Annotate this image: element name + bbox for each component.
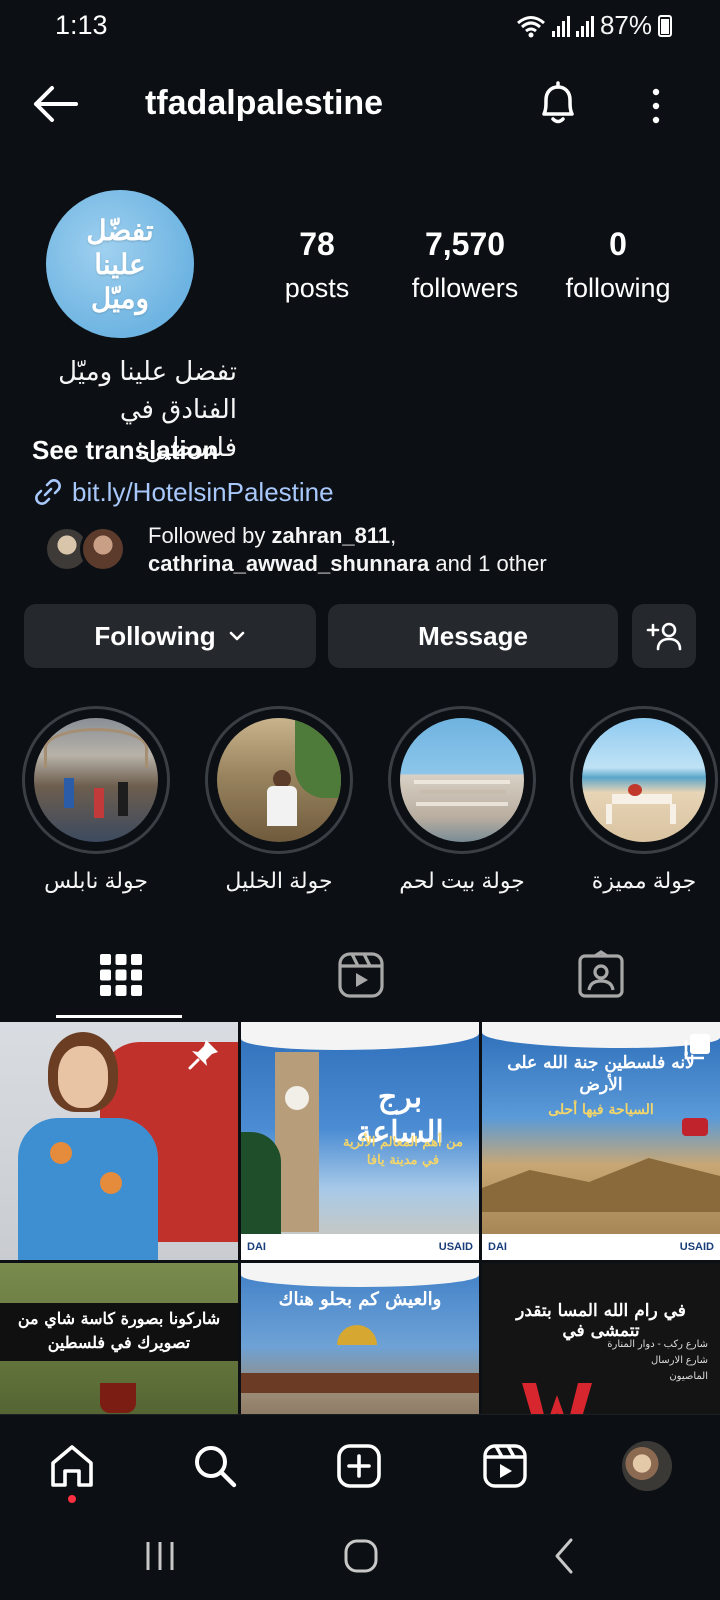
avatar-logo-text: تفضّل علينا وميّل — [86, 214, 154, 315]
followed-by[interactable]: Followed by zahran_811, cathrina_awwad_s… — [44, 522, 684, 582]
follower-username: cathrina_awwad_shunnara — [148, 551, 430, 576]
stat-posts[interactable]: 78 posts — [262, 226, 372, 304]
follower-username: zahran_811 — [271, 523, 391, 548]
link-icon — [35, 479, 61, 505]
bell-icon[interactable] — [536, 80, 580, 128]
profile-bio: تفضل علينا وميّل الفنادق في فلسطين: See … — [32, 352, 692, 512]
story-highlight[interactable]: جولة نابلس — [22, 706, 170, 894]
story-highlight[interactable]: جولة مميزة — [570, 706, 718, 894]
search-icon[interactable] — [190, 1441, 240, 1491]
recent-apps-icon[interactable] — [140, 1536, 180, 1576]
back-button-icon[interactable] — [545, 1536, 585, 1576]
highlight-label: جولة بيت لحم — [399, 868, 525, 893]
notification-dot — [68, 1495, 76, 1503]
add-person-icon — [646, 622, 682, 651]
highlight-ring — [205, 706, 353, 854]
story-highlight[interactable]: جولة بيت لحم — [388, 706, 536, 894]
sponsor-bar: DAI USAID — [241, 1234, 479, 1260]
create-post-icon[interactable] — [334, 1441, 384, 1491]
message-button-label: Message — [418, 620, 528, 651]
following-button[interactable]: Following — [24, 604, 316, 668]
dome — [337, 1325, 377, 1345]
profile-username: tfadalpalestine — [145, 84, 384, 122]
profile-avatar[interactable]: تفضّل علينا وميّل — [46, 190, 194, 338]
pin-icon — [188, 1040, 218, 1070]
stat-posts-label: posts — [284, 273, 350, 303]
clock-tower — [275, 1052, 319, 1232]
tagged-icon[interactable] — [576, 950, 626, 1000]
reels-icon[interactable] — [480, 1441, 530, 1491]
post-caption: في رام الله المسا بتقدر تتمشى في — [516, 1301, 686, 1341]
highlight-label: جولة مميزة — [591, 868, 697, 893]
post-caption: شاركونا بصورة كاسة شاي من تصويرك في فلسط… — [17, 1309, 221, 1352]
grid-icon[interactable] — [96, 950, 146, 1000]
home-button-icon[interactable] — [341, 1536, 381, 1576]
bottom-navigation — [0, 1414, 720, 1514]
posts-grid: برج الساعة من أهم المعالم الأثرية في مدي… — [0, 1022, 720, 1414]
more-options-icon[interactable] — [644, 86, 668, 126]
stat-following[interactable]: 0 following — [555, 226, 681, 304]
story-highlight[interactable]: جولة الخليل — [205, 706, 353, 894]
highlight-cover-hebron — [217, 718, 341, 842]
profile-nav-avatar[interactable] — [622, 1441, 672, 1491]
see-translation-link[interactable]: See translation — [32, 430, 692, 470]
battery-percent: 87% — [599, 10, 652, 40]
bio-link[interactable]: bit.ly/HotelsinPalestine — [32, 472, 692, 512]
sponsor-bar: DAI USAID — [482, 1234, 720, 1260]
bio-line-1: تفضل علينا وميّل — [58, 356, 237, 386]
profile-header: tfadalpalestine — [0, 70, 720, 140]
post-tile[interactable]: والعيش كم بحلو هناك — [241, 1263, 479, 1414]
post-list: شارع ركب - دوار المنارة شارع الارسال الم… — [607, 1339, 708, 1382]
post-title: لأنه فلسطين جنة الله على الأرض — [507, 1053, 695, 1095]
battery-icon — [658, 14, 672, 37]
clock-icon — [285, 1086, 309, 1110]
post-tile[interactable]: برج الساعة من أهم المعالم الأثرية في مدي… — [241, 1022, 479, 1260]
post-tile[interactable] — [0, 1022, 238, 1260]
signal-icon — [551, 15, 570, 37]
signal-icon — [575, 15, 594, 37]
stat-followers-label: followers — [411, 273, 519, 303]
post-tile[interactable]: شاركونا بصورة كاسة شاي من تصويرك في فلسط… — [0, 1263, 238, 1414]
status-time: 1:13 — [55, 10, 108, 40]
follower-avatar — [80, 526, 126, 572]
chevron-down-icon — [229, 631, 244, 641]
system-navigation-bar — [0, 1514, 720, 1600]
message-button[interactable]: Message — [328, 604, 618, 668]
highlight-ring — [388, 706, 536, 854]
status-indicators: 87% — [516, 10, 672, 41]
stat-posts-count: 78 — [299, 226, 335, 262]
home-icon[interactable] — [47, 1441, 97, 1491]
tea-glass — [100, 1383, 136, 1413]
post-tile[interactable]: لأنه فلسطين جنة الله على الأرض السياحة ف… — [482, 1022, 720, 1260]
post-subtitle: السياحة فيها أحلى — [548, 1102, 654, 1118]
post-caption: والعيش كم بحلو هناك — [278, 1289, 442, 1310]
followed-by-text: Followed by zahran_811, cathrina_awwad_s… — [148, 523, 547, 576]
highlight-cover-nablus — [34, 718, 158, 842]
active-tab-indicator — [56, 1015, 182, 1018]
profile-tabs — [0, 930, 720, 1020]
status-bar: 1:13 87% — [0, 0, 720, 52]
highlight-cover-special — [582, 718, 706, 842]
post-subtitle: من أهم المعالم الأثرية في مدينة يافا — [343, 1135, 463, 1168]
highlight-ring — [22, 706, 170, 854]
stat-followers-count: 7,570 — [424, 226, 506, 262]
wifi-icon — [516, 15, 545, 37]
reels-icon[interactable] — [336, 950, 386, 1000]
highlight-label: جولة نابلس — [44, 868, 148, 893]
bio-link-text[interactable]: bit.ly/HotelsinPalestine — [72, 477, 334, 508]
stat-following-label: following — [565, 273, 671, 303]
post-tile[interactable]: في رام الله المسا بتقدر تتمشى في شارع رك… — [482, 1263, 720, 1414]
stat-following-count: 0 — [609, 226, 627, 262]
cable-car — [682, 1118, 708, 1136]
back-arrow-icon[interactable] — [30, 84, 80, 124]
highlight-cover-bethlehem — [400, 718, 524, 842]
highlight-label: جولة الخليل — [225, 868, 333, 893]
suggested-users-button[interactable] — [632, 604, 696, 668]
following-button-label: Following — [94, 620, 216, 651]
stat-followers[interactable]: 7,570 followers — [400, 226, 530, 304]
carousel-icon — [684, 1034, 710, 1060]
bio-line-2: الفنادق في فلسطين: — [119, 394, 237, 462]
highlight-ring — [570, 706, 718, 854]
